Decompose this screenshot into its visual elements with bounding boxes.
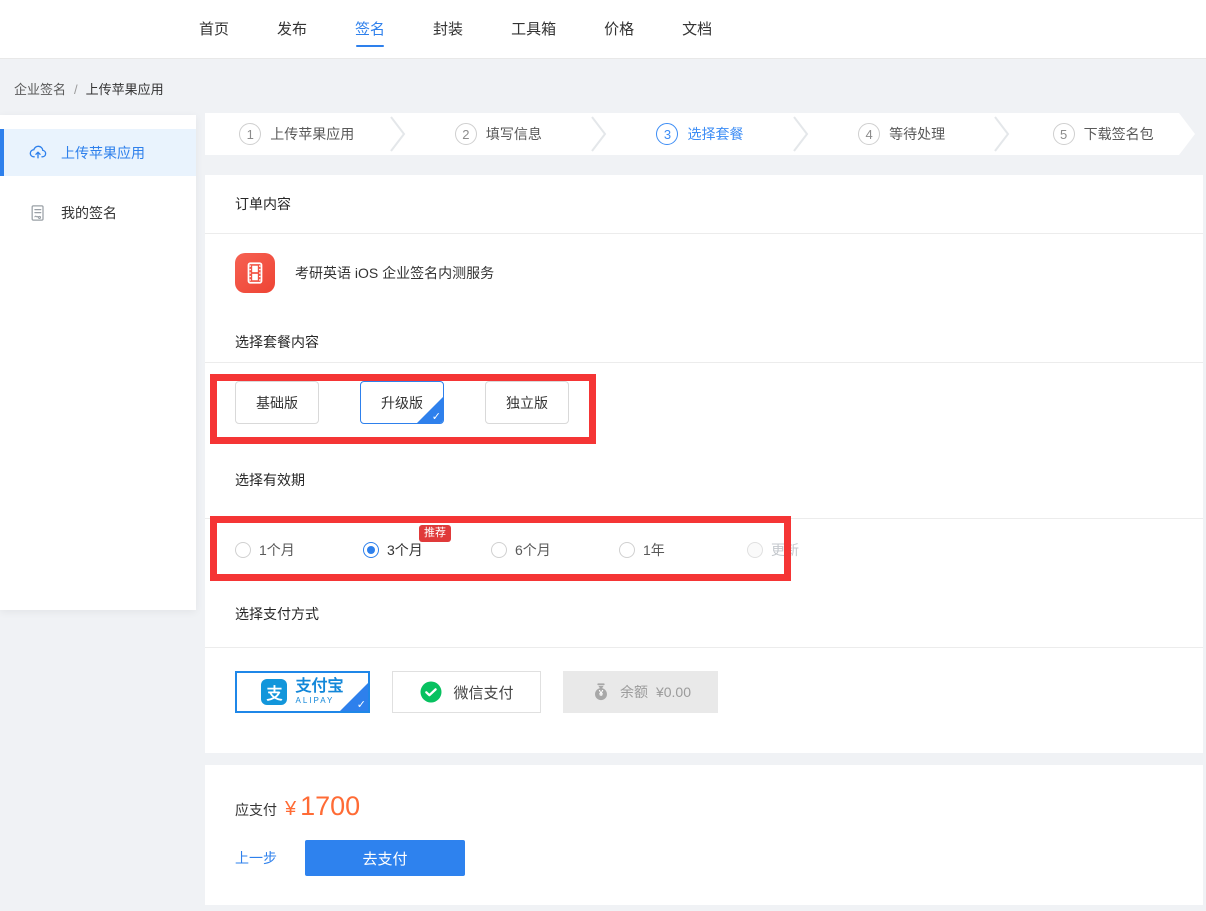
package-option-label: 基础版 (256, 393, 298, 413)
nav-items: 首页发布签名封装 工具箱 价格文档 (0, 0, 1206, 58)
currency-symbol: ¥ (285, 798, 296, 821)
package-section-title: 选择套餐内容 (205, 321, 1203, 363)
validity-option-label: 1年 (643, 540, 665, 560)
validity-options: 1个月 3个月推荐 6个月 1年 更新 (205, 519, 1203, 580)
validity-option[interactable]: 1个月 (235, 540, 363, 560)
page: { "colors": { "primary_blue": "#2e80ec",… (0, 0, 1206, 911)
amount-due-value: 1700 (300, 791, 360, 822)
validity-option-label: 更新 (771, 540, 799, 560)
step-3: 3 选择套餐 (608, 113, 792, 155)
alipay-subname: ALIPAY (295, 697, 343, 705)
validity-option-label: 1个月 (259, 540, 295, 560)
step-number: 5 (1053, 123, 1075, 145)
step-label: 上传苹果应用 (270, 124, 354, 144)
nav-item[interactable]: 价格 (604, 0, 634, 58)
recommend-badge: 推荐 (419, 525, 451, 542)
step-label: 下载签名包 (1084, 124, 1154, 144)
checkout-card: 应支付 ¥ 1700 上一步 去支付 (205, 765, 1203, 905)
step-1: 1 上传苹果应用 (205, 113, 389, 155)
step-separator-icon (389, 113, 407, 155)
order-item: 考研英语 iOS 企业签名内测服务 (205, 234, 1203, 321)
alipay-logo-icon: 支 (261, 679, 287, 705)
check-icon: ✓ (432, 410, 441, 423)
breadcrumb-current: 上传苹果应用 (86, 82, 164, 97)
nav-item[interactable]: 封装 (433, 0, 463, 58)
payment-section-title: 选择支付方式 (205, 580, 1203, 648)
radio-icon (363, 542, 379, 558)
package-option[interactable]: 升级版✓ (360, 381, 444, 424)
cloud-upload-icon (28, 143, 48, 163)
sidebar-item[interactable]: 我的签名 (0, 189, 196, 236)
validity-option-label: 6个月 (515, 540, 551, 560)
amount-due-line: 应支付 ¥ 1700 (205, 765, 1203, 822)
validity-section-title: 选择有效期 (205, 442, 1203, 519)
validity-option: 更新 (747, 540, 875, 560)
sidebar-item-label: 我的签名 (61, 203, 117, 223)
nav-item[interactable]: 发布 (277, 0, 307, 58)
step-separator-icon (993, 113, 1011, 155)
sidebar-item-label: 上传苹果应用 (61, 143, 145, 163)
alipay-label: 支付宝 ALIPAY (295, 679, 343, 705)
balance-payment-option: ¥ 余额 ¥0.00 (563, 671, 718, 713)
svg-text:¥: ¥ (599, 689, 604, 698)
package-option[interactable]: 独立版 (485, 381, 569, 424)
package-option[interactable]: 基础版 (235, 381, 319, 424)
step-label: 填写信息 (486, 124, 542, 144)
steps-bar: 1 上传苹果应用 2 填写信息 3 选择套餐 4 等待处理 5 下载签名包 (205, 113, 1195, 155)
radio-icon (235, 542, 251, 558)
breadcrumb: 企业签名 / 上传苹果应用 (14, 79, 164, 98)
step-number: 3 (656, 123, 678, 145)
previous-step-link[interactable]: 上一步 (235, 848, 277, 868)
alipay-name: 支付宝 (295, 679, 343, 695)
balance-label: 余额 (620, 682, 648, 702)
amount-due-label: 应支付 (235, 800, 277, 820)
step-separator-icon (590, 113, 608, 155)
step-number: 1 (239, 123, 261, 145)
order-section-title: 订单内容 (205, 175, 1203, 234)
check-icon: ✓ (357, 698, 366, 711)
package-option-label: 独立版 (506, 393, 548, 413)
wechat-pay-icon (419, 680, 443, 704)
checkout-actions: 上一步 去支付 (205, 840, 1203, 876)
nav-item[interactable]: 首页 (199, 0, 229, 58)
step-number: 2 (455, 123, 477, 145)
breadcrumb-parent[interactable]: 企业签名 (14, 82, 66, 97)
step-label: 选择套餐 (687, 124, 743, 144)
validity-option-label: 3个月 (387, 540, 423, 560)
validity-option[interactable]: 1年 (619, 540, 747, 560)
balance-amount: ¥0.00 (656, 684, 691, 700)
sidebar-item[interactable]: 上传苹果应用 (0, 129, 196, 176)
package-options: 基础版 升级版✓ 独立版 (205, 363, 1203, 442)
go-pay-button[interactable]: 去支付 (305, 840, 465, 876)
radio-icon (491, 542, 507, 558)
nav-item[interactable]: 签名 (355, 0, 385, 58)
signature-icon (28, 203, 48, 223)
wechat-payment-option[interactable]: 微信支付 (392, 671, 541, 713)
sidebar: 上传苹果应用我的签名 (0, 115, 196, 610)
wechat-label: 微信支付 (453, 682, 513, 703)
validity-option[interactable]: 6个月 (491, 540, 619, 560)
validity-option[interactable]: 3个月推荐 (363, 540, 491, 560)
step-2: 2 填写信息 (407, 113, 591, 155)
film-app-icon (235, 253, 275, 293)
breadcrumb-separator: / (74, 82, 78, 97)
app-name: 考研英语 iOS 企业签名内测服务 (295, 263, 494, 283)
top-navbar: 首页发布签名封装 工具箱 价格文档 (0, 0, 1206, 59)
radio-icon (619, 542, 635, 558)
alipay-payment-option[interactable]: 支 支付宝 ALIPAY ✓ (235, 671, 370, 713)
radio-icon (747, 542, 763, 558)
nav-item[interactable]: 工具箱 (511, 0, 556, 58)
payment-options: 支 支付宝 ALIPAY ✓ 微信支付 ¥ (205, 648, 1203, 753)
step-separator-icon (792, 113, 810, 155)
step-number: 4 (858, 123, 880, 145)
step-4: 4 等待处理 (810, 113, 994, 155)
nav-item[interactable]: 文档 (682, 0, 712, 58)
step-label: 等待处理 (889, 124, 945, 144)
order-card: 订单内容 考研英语 iOS 企业签名内测服务 选择套餐内容 基础版 升级版✓ 独立版… (205, 175, 1203, 753)
money-bag-icon: ¥ (590, 681, 612, 703)
step-5: 5 下载签名包 (1011, 113, 1195, 155)
